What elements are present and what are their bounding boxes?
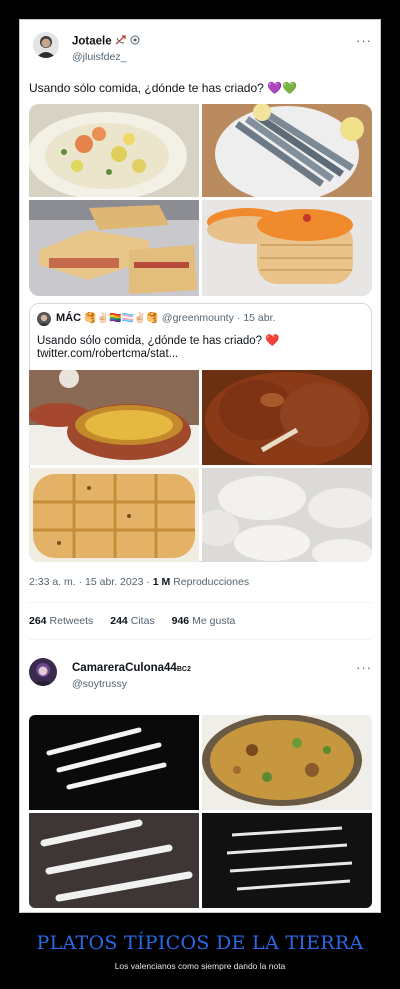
tweet-timestamp[interactable]: 2:33 a. m. · 15 abr. 2023 · 1 M Reproduc… [29,576,249,588]
food-image-pastry[interactable] [202,200,372,296]
image-white-lines-grey[interactable] [29,813,199,908]
badge-icon [130,35,140,48]
retweets-stat[interactable]: 264 Retweets [29,615,93,627]
reply-author-name[interactable]: CamareraCulona44BC2 [72,662,191,674]
image-white-lines-black[interactable] [202,813,372,908]
quote-text: Usando sólo comida, ¿dónde te has criado… [37,335,280,347]
reply-media-grid[interactable] [29,715,372,908]
tweet-media-grid[interactable] [29,104,372,296]
more-options-icon[interactable]: ··· [356,33,372,48]
food-image-sardines[interactable] [202,104,372,197]
likes-stat[interactable]: 946 Me gusta [172,615,236,627]
food-image-stew[interactable] [29,104,199,197]
caption-subtitle: Los valencianos como siempre dando la no… [114,961,286,971]
quote-author-avatar[interactable] [37,312,51,326]
author-name[interactable]: Jotaele [72,35,140,48]
food-image-paella[interactable] [202,715,372,810]
caption-title: PLATOS TÍPICOS DE LA TIERRA [36,932,364,954]
tweet-stats: 264 Retweets 244 Citas 946 Me gusta [29,615,249,627]
reply-author-avatar[interactable] [29,658,57,686]
image-white-lines-dark[interactable] [29,715,199,810]
food-image-soup[interactable] [29,370,199,465]
post-frame: Jotaele @jluisfdez_ ··· Usando sólo comi… [19,19,381,913]
tweet-text: Usando sólo comida, ¿dónde te has criado… [29,81,298,95]
quotes-stat[interactable]: 244 Citas [110,615,154,627]
author-avatar[interactable] [33,32,59,58]
food-image-sandwich[interactable] [29,200,199,296]
reply-author-handle[interactable]: @soytrussy [72,678,127,690]
heart-emoji: ❤️ [265,335,280,347]
reply-more-options-icon[interactable]: ··· [356,660,372,675]
hearts-emoji: 💜💚 [267,81,298,95]
food-image-bread[interactable] [29,468,199,562]
food-image-roast-lamb[interactable] [202,370,372,465]
quote-author-name[interactable]: MÁC 🥞✌🏻🏳️‍🌈🏳️‍⚧️✌🏻🥞 @greenmounty · 15 ab… [56,312,275,324]
divider [29,602,371,603]
quoted-tweet[interactable]: MÁC 🥞✌🏻🏳️‍🌈🏳️‍⚧️✌🏻🥞 @greenmounty · 15 ab… [29,303,372,562]
quote-link[interactable]: twitter.com/robertcma/stat... [37,348,178,360]
quote-media-grid[interactable] [29,370,372,562]
food-image-white-pastries[interactable] [202,468,372,562]
bow-arrow-icon [115,35,127,48]
divider [29,639,371,640]
author-handle[interactable]: @jluisfdez_ [72,51,126,63]
